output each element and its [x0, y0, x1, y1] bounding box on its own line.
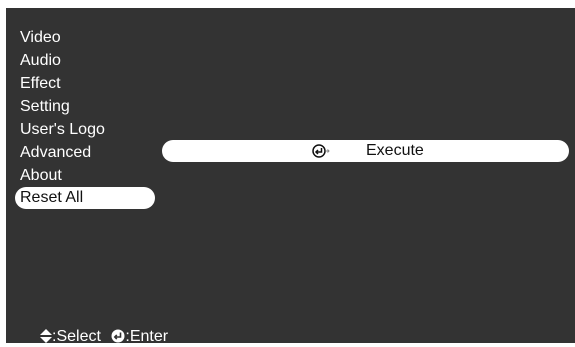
- up-down-arrows-icon: [40, 329, 52, 343]
- menu-item-reset-all[interactable]: Reset All: [15, 187, 155, 209]
- select-hint-label: :Select: [52, 328, 101, 345]
- execute-label: Execute: [366, 142, 424, 159]
- menu-item-advanced[interactable]: Advanced: [6, 141, 156, 164]
- enter-icon: [111, 329, 125, 343]
- execute-row[interactable]: Execute: [162, 140, 569, 162]
- menu-item-audio[interactable]: Audio: [6, 49, 156, 72]
- menu-item-about[interactable]: About: [6, 164, 156, 187]
- menu-item-setting[interactable]: Setting: [6, 95, 156, 118]
- footer-help: :Select :Enter: [40, 327, 174, 347]
- main-menu: Video Audio Effect Setting User's Logo A…: [6, 26, 156, 209]
- enter-hint-label: :Enter: [125, 328, 169, 345]
- enter-arrow-icon: [312, 144, 330, 158]
- menu-item-effect[interactable]: Effect: [6, 72, 156, 95]
- menu-item-users-logo[interactable]: User's Logo: [6, 118, 156, 141]
- osd-screen: Video Audio Effect Setting User's Logo A…: [6, 8, 575, 345]
- menu-item-video[interactable]: Video: [6, 26, 156, 49]
